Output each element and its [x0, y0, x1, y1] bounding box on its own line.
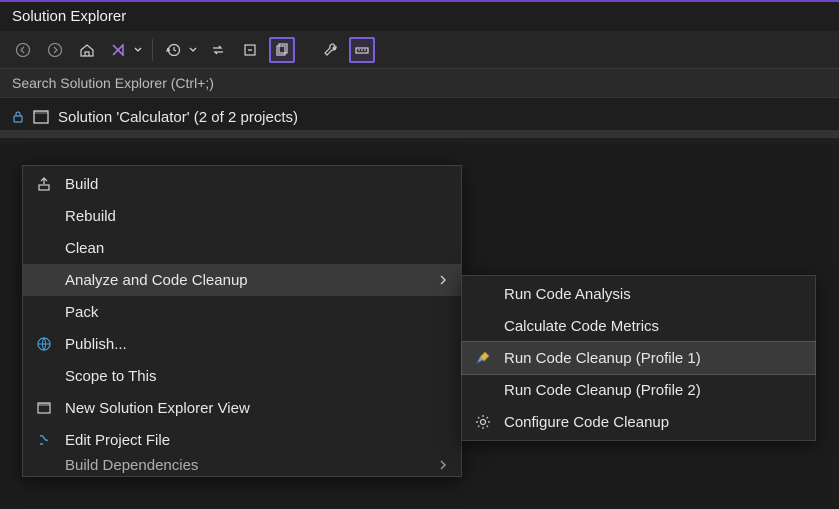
menu-build[interactable]: Build: [23, 168, 461, 200]
sync-button[interactable]: [205, 37, 231, 63]
submenu-cleanup-p1[interactable]: Run Code Cleanup (Profile 1): [462, 342, 815, 374]
preview-button[interactable]: [349, 37, 375, 63]
search-placeholder: Search Solution Explorer (Ctrl+;): [12, 75, 214, 91]
wrench-icon: [322, 42, 338, 58]
home-button[interactable]: [74, 37, 100, 63]
submenu-run-analysis[interactable]: Run Code Analysis: [462, 278, 815, 310]
menu-item-label: Clean: [59, 240, 451, 257]
submenu-configure[interactable]: Configure Code Cleanup: [462, 406, 815, 438]
solution-node[interactable]: Solution 'Calculator' (2 of 2 projects): [0, 104, 839, 130]
back-button[interactable]: [10, 37, 36, 63]
search-input[interactable]: Search Solution Explorer (Ctrl+;): [0, 69, 839, 98]
menu-analyze[interactable]: Analyze and Code Cleanup: [23, 264, 461, 296]
submenu-calc-metrics[interactable]: Calculate Code Metrics: [462, 310, 815, 342]
menu-item-label: Run Code Cleanup (Profile 1): [498, 350, 805, 367]
submenu-arrow-icon: [439, 460, 447, 470]
menu-build-deps[interactable]: Build Dependencies: [23, 456, 461, 474]
build-icon: [29, 176, 59, 192]
back-icon: [15, 42, 31, 58]
pending-changes-dropdown[interactable]: [189, 46, 199, 54]
sync-icon: [210, 42, 226, 58]
edit-icon: [29, 432, 59, 448]
vs-icon: [111, 42, 127, 58]
context-menu: Build Rebuild Clean Analyze and Code Cle…: [22, 165, 462, 477]
switch-views-dropdown[interactable]: [134, 46, 144, 54]
submenu-cleanup-p2[interactable]: Run Code Cleanup (Profile 2): [462, 374, 815, 406]
forward-button[interactable]: [42, 37, 68, 63]
switch-views-button[interactable]: [106, 37, 132, 63]
menu-clean[interactable]: Clean: [23, 232, 461, 264]
menu-item-label: Analyze and Code Cleanup: [59, 272, 439, 289]
analyze-submenu: Run Code Analysis Calculate Code Metrics…: [461, 275, 816, 441]
home-icon: [79, 42, 95, 58]
menu-item-label: New Solution Explorer View: [59, 400, 451, 417]
panel-title: Solution Explorer: [0, 2, 839, 31]
publish-icon: [29, 336, 59, 352]
toolbar: [0, 31, 839, 69]
menu-item-label: Rebuild: [59, 208, 451, 225]
gear-icon: [468, 414, 498, 430]
menu-item-label: Build: [59, 176, 451, 193]
lock-icon: [12, 111, 24, 123]
pending-changes-button[interactable]: [161, 37, 187, 63]
menu-item-label: Calculate Code Metrics: [498, 318, 805, 335]
menu-scope[interactable]: Scope to This: [23, 360, 461, 392]
menu-item-label: Pack: [59, 304, 451, 321]
project-node[interactable]: [0, 130, 839, 138]
preview-icon: [354, 42, 370, 58]
menu-item-label: Run Code Cleanup (Profile 2): [498, 382, 805, 399]
history-icon: [166, 42, 182, 58]
panel-title-text: Solution Explorer: [12, 8, 126, 25]
menu-item-label: Configure Code Cleanup: [498, 414, 805, 431]
menu-item-label: Run Code Analysis: [498, 286, 805, 303]
menu-item-label: Publish...: [59, 336, 451, 353]
new-view-icon: [29, 400, 59, 416]
menu-pack[interactable]: Pack: [23, 296, 461, 328]
chevron-down-icon: [134, 46, 142, 54]
collapse-all-button[interactable]: [237, 37, 263, 63]
menu-publish[interactable]: Publish...: [23, 328, 461, 360]
menu-item-label: Scope to This: [59, 368, 451, 385]
forward-icon: [47, 42, 63, 58]
menu-item-label: Edit Project File: [59, 432, 451, 449]
collapse-icon: [242, 42, 258, 58]
toolbar-separator: [152, 39, 153, 61]
menu-new-view[interactable]: New Solution Explorer View: [23, 392, 461, 424]
menu-item-label: Build Dependencies: [59, 457, 439, 474]
properties-button[interactable]: [317, 37, 343, 63]
menu-edit-project[interactable]: Edit Project File: [23, 424, 461, 456]
chevron-down-icon: [189, 46, 197, 54]
solution-tree: Solution 'Calculator' (2 of 2 projects): [0, 98, 839, 144]
solution-label: Solution 'Calculator' (2 of 2 projects): [58, 109, 298, 126]
submenu-arrow-icon: [439, 275, 447, 285]
show-all-files-button[interactable]: [269, 37, 295, 63]
files-icon: [274, 42, 290, 58]
menu-rebuild[interactable]: Rebuild: [23, 200, 461, 232]
solution-icon: [32, 108, 50, 126]
broom-icon: [468, 350, 498, 366]
